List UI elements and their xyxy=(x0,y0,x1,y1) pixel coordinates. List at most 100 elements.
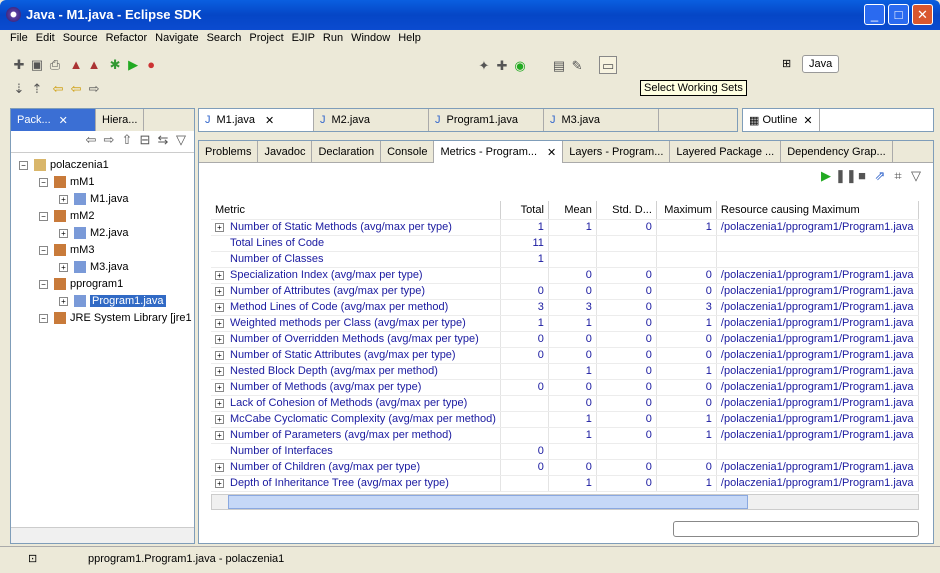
table-row[interactable]: + Nested Block Depth (avg/max per method)… xyxy=(211,363,919,380)
close-button[interactable]: ✕ xyxy=(912,4,933,25)
table-row[interactable]: + Number of Parameters (avg/max per metho… xyxy=(211,427,919,444)
tree-item[interactable]: − polaczenia1 xyxy=(11,157,194,174)
minimize-button[interactable]: _ xyxy=(864,4,885,25)
build-icon[interactable]: ▲ xyxy=(67,56,85,74)
column-header[interactable]: Maximum xyxy=(656,201,717,220)
menu-search[interactable]: Search xyxy=(203,30,246,49)
column-header[interactable]: Metric xyxy=(211,201,501,220)
editor-tab[interactable]: J M2.java xyxy=(314,109,429,131)
working-sets-icon[interactable]: ▭ xyxy=(599,56,618,74)
editor-tab[interactable]: J M1.java ✕ xyxy=(199,109,314,131)
column-header[interactable]: Resource causing Maximum xyxy=(716,201,919,220)
new-wizard-icon[interactable]: ◉ xyxy=(511,57,529,75)
table-row[interactable]: +Number of Classes1 xyxy=(211,251,919,268)
column-header[interactable]: Std. D... xyxy=(596,201,657,220)
external-tools-icon[interactable]: ● xyxy=(142,56,160,74)
expand-icon[interactable]: + xyxy=(215,334,224,344)
tree-item[interactable]: − mM2 xyxy=(11,208,194,225)
build2-icon[interactable]: ▲ xyxy=(85,56,103,74)
save-icon[interactable]: ▣ xyxy=(28,56,46,74)
open-type-icon[interactable]: ▤ xyxy=(550,57,568,75)
forward-icon[interactable]: ⇨ xyxy=(100,131,118,149)
expand-icon[interactable]: + xyxy=(215,462,224,472)
view-tab[interactable]: Javadoc xyxy=(258,141,313,163)
menu-ejip[interactable]: EJIP xyxy=(288,30,319,49)
tree-item[interactable]: − JRE System Library [jre1 xyxy=(11,310,194,327)
expand-icon[interactable]: + xyxy=(215,478,224,488)
run-icon[interactable]: ▶ xyxy=(124,56,142,74)
tree-item[interactable]: − mM1 xyxy=(11,174,194,191)
menu-source[interactable]: Source xyxy=(59,30,102,49)
menu-project[interactable]: Project xyxy=(245,30,287,49)
view-tab[interactable]: Layers - Program... xyxy=(563,141,671,163)
expand-icon[interactable]: − xyxy=(39,279,48,289)
table-row[interactable]: + Number of Methods (avg/max per type) 0 0 0… xyxy=(211,379,919,396)
close-icon[interactable]: ✕ xyxy=(547,146,556,159)
stop-icon[interactable]: ■ xyxy=(853,167,871,185)
expand-icon[interactable]: + xyxy=(59,296,68,306)
table-row[interactable]: + Number of Children (avg/max per type) 0 0… xyxy=(211,459,919,476)
table-row[interactable]: +Total Lines of Code11 xyxy=(211,235,919,252)
expand-icon[interactable]: + xyxy=(59,262,68,272)
table-row[interactable]: + Number of Attributes (avg/max per type)… xyxy=(211,283,919,300)
expand-icon[interactable]: − xyxy=(39,245,48,255)
editor-tab[interactable]: J M3.java xyxy=(544,109,659,131)
forward-icon[interactable]: ⇨ xyxy=(85,80,103,98)
new-class-icon[interactable]: ✚ xyxy=(493,57,511,75)
prev-annotation-icon[interactable]: ⇡ xyxy=(28,80,46,98)
run-metrics-icon[interactable]: ▶ xyxy=(817,167,835,185)
tree-item[interactable]: + M3.java xyxy=(11,259,194,276)
table-row[interactable]: + McCabe Cyclomatic Complexity (avg/max p… xyxy=(211,411,919,428)
tree-item[interactable]: + M1.java xyxy=(11,191,194,208)
print-icon[interactable]: ⎙ xyxy=(46,56,64,74)
maximize-button[interactable]: □ xyxy=(888,4,909,25)
expand-icon[interactable]: − xyxy=(39,313,48,323)
close-icon[interactable]: ✕ xyxy=(265,114,274,127)
table-row[interactable]: + Number of Overridden Methods (avg/max p… xyxy=(211,331,919,348)
table-row[interactable]: + Depth of Inheritance Tree (avg/max per … xyxy=(211,475,919,492)
back-icon[interactable]: ⇦ xyxy=(67,80,85,98)
view-tab[interactable]: Dependency Grap... xyxy=(781,141,893,163)
table-horizontal-scrollbar[interactable] xyxy=(211,494,919,510)
expand-icon[interactable]: + xyxy=(215,382,224,392)
menu-window[interactable]: Window xyxy=(347,30,394,49)
expand-icon[interactable]: + xyxy=(215,286,224,296)
view-tab[interactable]: Metrics - Program... ✕ xyxy=(434,141,564,163)
new-package-icon[interactable]: ✦ xyxy=(475,57,493,75)
editor-tab[interactable]: J Program1.java xyxy=(429,109,544,131)
expand-icon[interactable]: + xyxy=(215,222,224,232)
export-icon[interactable]: ⇗ xyxy=(871,167,889,185)
close-icon[interactable]: ✕ xyxy=(59,114,68,127)
view-menu-icon[interactable]: ▽ xyxy=(907,167,925,185)
table-row[interactable]: + Weighted methods per Class (avg/max per… xyxy=(211,315,919,332)
tree-item[interactable]: − pprogram1 xyxy=(11,276,194,293)
expand-icon[interactable]: + xyxy=(215,430,224,440)
expand-icon[interactable]: + xyxy=(215,270,224,280)
tab-package-explorer[interactable]: Pack... ✕ xyxy=(11,109,96,131)
tab-hierarchy[interactable]: Hiera... xyxy=(96,109,145,131)
view-tab[interactable]: Console xyxy=(381,141,435,163)
table-row[interactable]: + Number of Static Methods (avg/max per t… xyxy=(211,219,919,236)
menu-refactor[interactable]: Refactor xyxy=(102,30,152,49)
link-editor-icon[interactable]: ⇆ xyxy=(154,131,172,149)
expand-icon[interactable]: + xyxy=(215,414,224,424)
java-perspective-button[interactable]: Java xyxy=(802,55,840,73)
collapse-all-icon[interactable]: ⊟ xyxy=(136,131,154,149)
menu-run[interactable]: Run xyxy=(319,30,347,49)
table-row[interactable]: + Lack of Cohesion of Methods (avg/max pe… xyxy=(211,395,919,412)
table-row[interactable]: + Specialization Index (avg/max per type)… xyxy=(211,267,919,284)
horizontal-scrollbar[interactable] xyxy=(11,527,194,543)
table-row[interactable]: + Number of Static Attributes (avg/max pe… xyxy=(211,347,919,364)
view-tab[interactable]: Problems xyxy=(199,141,259,163)
expand-icon[interactable]: + xyxy=(215,318,224,328)
pause-icon[interactable]: ❚❚ xyxy=(835,167,857,185)
menu-edit[interactable]: Edit xyxy=(32,30,59,49)
column-header[interactable]: Mean xyxy=(548,201,597,220)
expand-icon[interactable]: + xyxy=(215,398,224,408)
table-row[interactable]: + Method Lines of Code (avg/max per metho… xyxy=(211,299,919,316)
debug-icon[interactable]: ✱ xyxy=(106,56,124,74)
new-icon[interactable]: ✚ xyxy=(10,56,28,74)
search-icon[interactable]: ✎ xyxy=(568,57,586,75)
tree-item[interactable]: − mM3 xyxy=(11,242,194,259)
expand-icon[interactable]: + xyxy=(59,194,68,204)
